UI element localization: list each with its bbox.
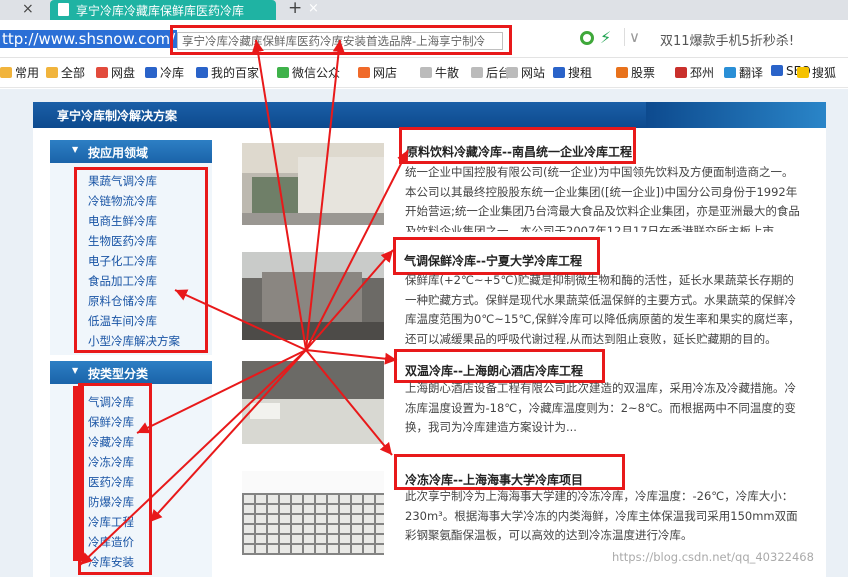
- bookmark-label: 搜狐: [812, 66, 837, 80]
- page-favicon-icon: [58, 3, 69, 16]
- bookmark-label: 微信公众: [292, 66, 341, 80]
- bookmark-icon: [616, 67, 628, 78]
- bookmark-icon: [0, 67, 12, 78]
- structure: [262, 272, 362, 322]
- wall: [242, 361, 384, 399]
- application-category-header[interactable]: ▼ 按应用领域: [50, 140, 212, 163]
- bookmark-item[interactable]: 牛散: [420, 64, 459, 81]
- tab-bar: × 享宁冷库冷藏库保鲜库医药冷库 × +: [0, 0, 848, 20]
- prev-tab-close-icon[interactable]: ×: [22, 1, 34, 17]
- bookmark-icon: [277, 67, 289, 78]
- tab-title: 享宁冷库冷藏库保鲜库医药冷库: [76, 4, 245, 18]
- browser-window: × 享宁冷库冷藏库保鲜库医药冷库 × + ttp://www.shsnow.co…: [0, 0, 848, 577]
- title-bar-gradient: [646, 102, 826, 128]
- bookmark-item[interactable]: 网站: [506, 64, 545, 81]
- bookmark-label: 全部: [61, 66, 86, 80]
- promo-text[interactable]: 双11爆款手机5折秒杀!: [660, 30, 794, 49]
- article-thumbnail-1[interactable]: [242, 143, 384, 225]
- article-2-title[interactable]: 气调保鲜冷库--宁夏大学冷库工程: [404, 252, 582, 269]
- article-1-body: 统一企业中国控股有限公司(统一企业)为中国领先饮料及方便面制造商之一。本公司以其…: [405, 165, 800, 232]
- type-category-label: 按类型分类: [88, 367, 149, 381]
- ground: [242, 322, 384, 340]
- bookmark-item[interactable]: 后台: [471, 64, 510, 81]
- bookmark-icon: [358, 67, 370, 78]
- bookmark-icon: [46, 67, 58, 78]
- ground: [242, 213, 384, 225]
- chevron-down-icon[interactable]: ∨: [624, 28, 640, 46]
- tab-close-icon[interactable]: ×: [308, 1, 319, 16]
- bookmark-item[interactable]: 微信公众: [277, 64, 340, 81]
- address-annotation-box: 享宁冷库冷藏库保鲜库医药冷库安装首选品牌-上海享宁制冷: [170, 25, 512, 55]
- article-thumbnail-4[interactable]: [242, 471, 384, 555]
- bookmark-item[interactable]: 邳州: [675, 64, 714, 81]
- bookmark-label: 搜租: [568, 66, 593, 80]
- article-thumbnail-3[interactable]: [242, 361, 384, 444]
- section-title-bar: 享宁冷库制冷解决方案: [33, 102, 826, 128]
- article-4-body: 此次享宁制冷为上海海事大学建的冷冻冷库，冷库温度：-26℃，冷库大小：230m³…: [405, 489, 798, 543]
- application-category-label: 按应用领域: [88, 146, 149, 160]
- bookmark-item[interactable]: 我的百家: [196, 64, 259, 81]
- bookmark-item[interactable]: 网店: [358, 64, 397, 81]
- bookmark-icon: [506, 67, 518, 78]
- bookmark-label: 冷库: [160, 66, 185, 80]
- article-1-title[interactable]: 原料饮料冷藏冷库--南昌统一企业冷库工程: [406, 143, 632, 160]
- bookmark-label: 股票: [631, 66, 656, 80]
- bookmarks-bar: 常用全部网盘冷库我的百家微信公众网店牛散后台网站搜租股票邳州翻译SEO搜狐: [0, 58, 848, 88]
- section-title: 享宁冷库制冷解决方案: [57, 109, 178, 123]
- bookmark-item[interactable]: 常用: [0, 64, 39, 81]
- refresh-extension-icon[interactable]: [580, 31, 594, 45]
- panel: [250, 403, 280, 419]
- ceiling: [242, 471, 384, 493]
- address-bar: ttp://www.shsnow.com/ 享宁冷库冷藏库保鲜库医药冷库安装首选…: [0, 20, 848, 58]
- bookmark-icon: [471, 67, 483, 78]
- bookmark-label: 邳州: [690, 66, 715, 80]
- bookmark-item[interactable]: 翻译: [724, 64, 763, 81]
- bookmark-icon: [724, 67, 736, 78]
- article-3-body: 上海朗心酒店设备工程有限公司此次建造的双温库，采用冷冻及冷藏措施。冷冻库温度设置…: [405, 381, 796, 435]
- bookmark-label: 网店: [373, 66, 398, 80]
- bookmark-item[interactable]: 冷库: [145, 64, 184, 81]
- bookmark-label: 网盘: [111, 66, 136, 80]
- building: [298, 157, 384, 215]
- active-tab[interactable]: 享宁冷库冷藏库保鲜库医药冷库 ×: [50, 0, 319, 20]
- bookmark-icon: [145, 67, 157, 78]
- bookmark-icon: [675, 67, 687, 78]
- chevron-down-icon: ▼: [72, 145, 79, 154]
- bookmark-item[interactable]: 网盘: [96, 64, 135, 81]
- article-4-title[interactable]: 冷冻冷库--上海海事大学冷库项目: [405, 471, 583, 488]
- bookmark-item[interactable]: 股票: [616, 64, 655, 81]
- watermark: https://blog.csdn.net/qq_40322468: [612, 550, 814, 564]
- bookmark-item[interactable]: 搜租: [553, 64, 592, 81]
- bookmark-icon: [797, 67, 809, 78]
- new-tab-button[interactable]: +: [288, 0, 302, 18]
- bookmark-icon: [196, 67, 208, 78]
- bookmark-label: 我的百家: [211, 66, 260, 80]
- lightning-extension-icon[interactable]: ⚡: [600, 28, 611, 47]
- type-menu-annotation-box: [78, 383, 152, 575]
- bookmark-item[interactable]: 全部: [46, 64, 85, 81]
- url-field[interactable]: ttp://www.shsnow.com/: [0, 30, 178, 48]
- bookmark-icon: [420, 67, 432, 78]
- page-title-field[interactable]: 享宁冷库冷藏库保鲜库医药冷库安装首选品牌-上海享宁制冷: [177, 32, 503, 50]
- chevron-down-icon: ▼: [72, 366, 79, 375]
- article-2-body: 保鲜库(+2℃~+5℃)贮藏是抑制微生物和酶的活性，延长水果蔬菜长存期的一种贮藏…: [405, 273, 800, 344]
- type-category-header[interactable]: ▼ 按类型分类: [50, 361, 212, 384]
- bookmark-item[interactable]: 搜狐: [797, 64, 836, 81]
- bookmark-icon: [96, 67, 108, 78]
- article-thumbnail-2[interactable]: [242, 252, 384, 340]
- trees: [252, 177, 298, 217]
- bookmark-icon: [553, 67, 565, 78]
- bookmark-label: 翻译: [739, 66, 764, 80]
- article-3-title[interactable]: 双温冷库--上海朗心酒店冷库工程: [405, 362, 583, 379]
- application-menu-annotation-box: [74, 167, 208, 353]
- bookmark-label: 牛散: [435, 66, 460, 80]
- type-menu-annotation-bar: [73, 386, 84, 561]
- bookmark-label: 网站: [521, 66, 546, 80]
- bookmark-label: 常用: [15, 66, 40, 80]
- bookmark-icon: [771, 65, 783, 76]
